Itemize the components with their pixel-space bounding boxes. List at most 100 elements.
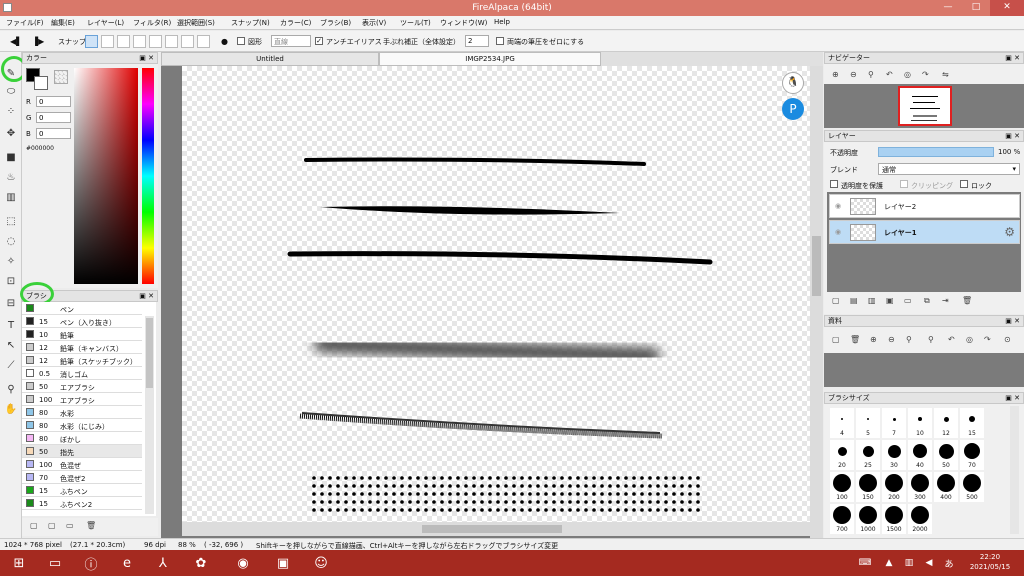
canvas-vscrollbar[interactable] <box>810 66 823 538</box>
rotate-left-icon[interactable]: ↶ <box>886 70 893 79</box>
pixiv-icon[interactable]: P <box>782 98 804 120</box>
duplicate-layer-icon[interactable]: ▣ <box>886 296 894 305</box>
delete-brush-icon[interactable]: 🗑 <box>86 521 96 530</box>
menu-window[interactable]: ウィンドウ(W) <box>440 18 487 28</box>
hand-tool-icon[interactable]: ✋ <box>4 402 18 416</box>
transparent-color-swatch[interactable] <box>54 70 68 84</box>
brush-item[interactable]: 80 ぼかし <box>22 432 142 445</box>
zoom-out-icon[interactable]: ⊖ <box>850 70 857 79</box>
magic-wand-icon[interactable]: ✧ <box>4 254 18 268</box>
brush-item[interactable]: 50 指先 <box>22 445 142 458</box>
saturation-value-picker[interactable] <box>74 68 138 284</box>
new-8bit-layer-icon[interactable]: ▤ <box>850 296 858 305</box>
brush-size-close-icon[interactable]: ▣ ✕ <box>1005 393 1020 403</box>
select-pen-icon[interactable]: ⊡ <box>4 274 18 288</box>
zoom-fit-icon[interactable]: ⚲ <box>906 335 912 344</box>
pin-icon[interactable]: ⊙ <box>1004 335 1011 344</box>
tab-untitled[interactable]: Untitled <box>161 52 379 66</box>
layer-panel-close-icon[interactable]: ▣ ✕ <box>1005 131 1020 141</box>
brush-size-cell[interactable]: 10 <box>908 408 932 438</box>
close-button[interactable]: ✕ <box>990 0 1024 16</box>
menu-layer[interactable]: レイヤー(L) <box>87 18 124 28</box>
brush-item[interactable]: 80 水彩（にじみ） <box>22 419 142 432</box>
select-tool-icon[interactable]: ⬚ <box>4 214 18 228</box>
folder-icon[interactable]: ▭ <box>904 296 912 305</box>
text-tool-icon[interactable]: T <box>4 318 18 332</box>
r-input[interactable] <box>36 96 71 107</box>
menu-tool[interactable]: ツール(T) <box>400 18 431 28</box>
zoom-fit-icon[interactable]: ⚲ <box>868 70 874 79</box>
menu-edit[interactable]: 編集(E) <box>51 18 75 28</box>
new-brush-icon[interactable]: ▢ <box>30 521 38 530</box>
brush-item[interactable]: 70 色混ぜ2 <box>22 471 142 484</box>
snap-circle-icon[interactable] <box>149 35 162 48</box>
zoom-out-icon[interactable]: ⊖ <box>888 335 895 344</box>
minimize-button[interactable]: — <box>934 0 962 16</box>
divide-tool-icon[interactable]: ⟋ <box>4 358 18 372</box>
select-eraser-icon[interactable]: ⊟ <box>4 296 18 310</box>
menu-selection[interactable]: 選択範囲(S) <box>177 18 215 28</box>
transfer-layer-icon[interactable]: ⇥ <box>942 296 949 305</box>
stabilizer-select[interactable]: 2 <box>465 35 489 47</box>
brush-item[interactable]: 12 鉛筆（スケッチブック） <box>22 354 142 367</box>
snap-ellipse-icon[interactable] <box>165 35 178 48</box>
brush-item[interactable]: 15 ふちペン2 <box>22 497 142 510</box>
brush-size-cell[interactable]: 15 <box>960 408 984 438</box>
tray-arrow-icon[interactable]: ▲ <box>878 553 900 573</box>
snap-radial-icon[interactable] <box>133 35 146 48</box>
gradient-tool-icon[interactable]: ▥ <box>4 190 18 204</box>
brush-size-cell[interactable]: 1500 <box>882 504 906 534</box>
zoom-in-icon[interactable]: ⊕ <box>870 335 877 344</box>
gear-icon[interactable]: ⚙ <box>1004 225 1015 239</box>
rotate-reset-icon[interactable]: ◎ <box>966 335 973 344</box>
brush-item[interactable]: 0.5 消しゴム <box>22 367 142 380</box>
fill-tool-icon[interactable]: ■ <box>4 150 18 164</box>
eraser-tool-icon[interactable]: ⬭ <box>4 84 18 98</box>
prev-icon[interactable]: ◀▌ <box>10 37 22 46</box>
photos-icon[interactable]: ▣ <box>272 553 294 573</box>
snap-curve-icon[interactable] <box>181 35 194 48</box>
snap-vanish-icon[interactable] <box>197 35 210 48</box>
zero-pressure-checkbox[interactable] <box>496 37 504 45</box>
brush-size-cell[interactable]: 25 <box>856 440 880 470</box>
brush-item[interactable]: 15 ペン（入り抜き） <box>22 315 142 328</box>
clipping-checkbox[interactable] <box>900 180 908 188</box>
menu-filter[interactable]: フィルタ(R) <box>133 18 171 28</box>
hue-slider[interactable] <box>142 68 154 284</box>
bucket-tool-icon[interactable]: ♨ <box>4 170 18 184</box>
brush-size-scrollbar[interactable] <box>1010 406 1019 534</box>
add-material-icon[interactable]: ▢ <box>832 335 840 344</box>
snap-grid-icon[interactable] <box>117 35 130 48</box>
acrobat-icon[interactable]: ⅄ <box>152 553 174 573</box>
eyedropper-tool-icon[interactable]: ⚲ <box>4 382 18 396</box>
brush-scrollbar[interactable] <box>145 316 154 514</box>
new-1bit-layer-icon[interactable]: ▥ <box>868 296 876 305</box>
brush-item[interactable]: 100 エアブラシ <box>22 393 142 406</box>
brush-size-cell[interactable]: 40 <box>908 440 932 470</box>
brush-size-cell[interactable]: 200 <box>882 472 906 502</box>
ime-icon[interactable]: あ <box>938 553 960 573</box>
menu-file[interactable]: ファイル(F) <box>6 18 44 28</box>
next-icon[interactable]: ▐▶ <box>32 37 44 46</box>
taskbar-clock[interactable]: 22:20 2021/05/15 <box>960 553 1020 571</box>
rotate-right-icon[interactable]: ↷ <box>984 335 991 344</box>
chrome-icon[interactable]: ◉ <box>232 553 254 573</box>
document-canvas[interactable]: 🐧 P <box>182 66 810 522</box>
eyedropper-icon[interactable]: ⚲ <box>928 335 934 344</box>
tab-imgp2534[interactable]: IMGP2534.JPG <box>379 52 601 66</box>
delete-material-icon[interactable]: 🗑 <box>850 335 860 344</box>
rotate-right-icon[interactable]: ↷ <box>922 70 929 79</box>
visibility-icon[interactable]: ◉ <box>835 202 841 210</box>
g-input[interactable] <box>36 112 71 123</box>
lasso-tool-icon[interactable]: ◌ <box>4 234 18 248</box>
brush-size-cell[interactable]: 500 <box>960 472 984 502</box>
brush-size-cell[interactable]: 2000 <box>908 504 932 534</box>
antialias-checkbox[interactable]: ✓ <box>315 37 323 45</box>
brush-size-cell[interactable]: 300 <box>908 472 932 502</box>
brush-size-cell[interactable]: 7 <box>882 408 906 438</box>
brush-size-cell[interactable]: 50 <box>934 440 958 470</box>
material-panel-close-icon[interactable]: ▣ ✕ <box>1005 316 1020 326</box>
brush-item[interactable]: 50 エアブラシ <box>22 380 142 393</box>
brush-item[interactable]: 10 鉛筆 <box>22 328 142 341</box>
brush-size-cell[interactable]: 4 <box>830 408 854 438</box>
